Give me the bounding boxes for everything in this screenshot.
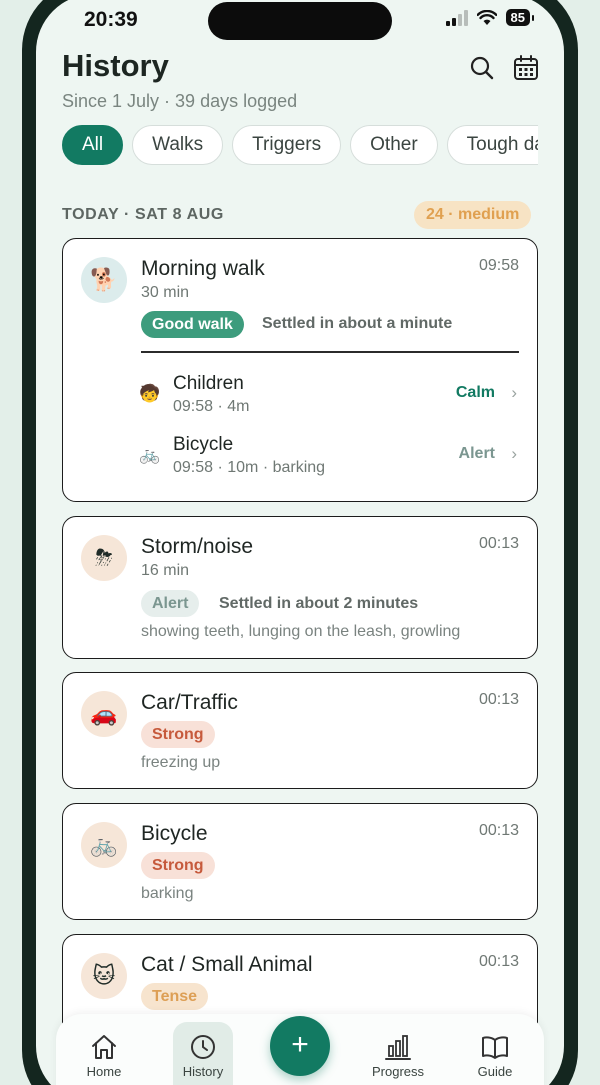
status-icons: 85 — [445, 9, 535, 26]
filter-chip-other[interactable]: Other — [350, 125, 438, 165]
tab-label: Home — [86, 1064, 122, 1079]
storm-icon: ⛈ — [81, 535, 127, 581]
intensity-badge: Strong — [141, 721, 215, 748]
car-icon: 🚗 — [81, 691, 127, 737]
entry-time: 00:13 — [478, 691, 519, 708]
page-subtitle: Since 1 July · 39 days logged — [62, 91, 298, 111]
entry-title: Storm/noise — [141, 535, 254, 558]
outcome-badge: Alert — [141, 590, 200, 617]
divider — [141, 351, 519, 353]
page-title: History — [62, 48, 169, 83]
sub-event-state: Alert — [458, 445, 495, 462]
entry-note: freezing up — [141, 754, 221, 771]
entry-time: 00:13 — [478, 953, 519, 970]
settle-text: Settled in about a minute — [262, 315, 453, 332]
entry-time: 00:13 — [478, 822, 519, 839]
cat-icon: 🐱 — [81, 953, 127, 999]
wifi-icon — [476, 9, 497, 25]
add-entry-button[interactable]: + — [270, 1016, 330, 1076]
tab-label: History — [182, 1064, 224, 1079]
filter-chip-tough-days[interactable]: Tough days — [446, 125, 538, 165]
filter-chip-walks[interactable]: Walks — [132, 125, 224, 165]
entry-title: Car/Traffic — [141, 691, 238, 714]
sub-event-meta: 09:58 · 10m · barking — [173, 459, 326, 476]
entry-duration: 30 min — [141, 284, 190, 301]
day-score-badge: 24 · medium — [414, 201, 532, 229]
clock-icon — [191, 1035, 215, 1059]
bicycle-icon: 🚲 — [139, 445, 161, 464]
tab-progress[interactable]: Progress — [366, 1026, 430, 1079]
signal-icon — [445, 9, 468, 26]
intensity-badge: Tense — [141, 983, 209, 1010]
filter-chip-all[interactable]: All — [62, 125, 124, 165]
tab-history[interactable]: History — [171, 1026, 235, 1079]
sub-event-state: Calm — [455, 384, 495, 401]
tab-home[interactable]: Home — [72, 1026, 136, 1079]
bicycle-icon: 🚲 — [81, 822, 127, 868]
app-screen: 20:39 85 History Since 1 July · 39 days … — [36, 0, 564, 1085]
chevron-right-icon: › — [511, 383, 517, 402]
entry-note: barking — [141, 885, 194, 902]
tab-guide[interactable]: Guide — [463, 1026, 527, 1079]
entry-title: Cat / Small Animal — [141, 953, 313, 976]
tab-label: Progress — [371, 1064, 425, 1079]
history-entry-card[interactable]: 🚗 Car/Traffic 00:13 Strong freezing up — [62, 672, 538, 789]
bottom-tab-bar: Home History + Progress Guide — [56, 1014, 544, 1085]
history-entry-card[interactable]: ⛈ Storm/noise 00:13 16 min Alert Settled… — [62, 516, 538, 659]
settle-text: Settled in about 2 minutes — [219, 595, 419, 612]
dynamic-island — [208, 2, 392, 40]
search-icon[interactable] — [468, 54, 496, 82]
history-entry-card[interactable]: 🐕 Morning walk 09:58 30 min Good walk Se… — [62, 238, 538, 502]
child-icon: 🧒 — [139, 384, 161, 403]
sub-event-row[interactable]: 🚲 Bicycle 09:58 · 10m · barking Alert › — [137, 430, 519, 482]
sub-event-title: Children — [173, 373, 244, 394]
entry-time: 09:58 — [478, 257, 519, 274]
entry-note: showing teeth, lunging on the leash, gro… — [141, 623, 461, 640]
outcome-badge: Good walk — [141, 311, 244, 338]
entry-title: Bicycle — [141, 822, 208, 845]
calendar-icon[interactable] — [512, 54, 540, 82]
book-icon — [482, 1036, 508, 1059]
status-time: 20:39 — [84, 8, 138, 31]
entry-time: 00:13 — [478, 535, 519, 552]
sub-event-title: Bicycle — [173, 434, 234, 455]
filter-chip-triggers[interactable]: Triggers — [232, 125, 342, 165]
battery-indicator: 85 — [505, 9, 535, 26]
entry-duration: 16 min — [141, 562, 190, 579]
sub-event-meta: 09:58 · 4m — [173, 398, 250, 415]
intensity-badge: Strong — [141, 852, 215, 879]
chevron-right-icon: › — [511, 444, 517, 463]
home-icon — [92, 1035, 116, 1059]
filter-chips: All Walks Triggers Other Tough days — [62, 125, 538, 169]
dog-icon: 🐕 — [81, 257, 127, 303]
day-header: TODAY · SAT 8 AUG — [62, 206, 224, 223]
history-entry-card[interactable]: 🚲 Bicycle 00:13 Strong barking — [62, 803, 538, 920]
tab-label: Guide — [477, 1064, 513, 1079]
entry-title: Morning walk — [141, 257, 265, 280]
sub-event-row[interactable]: 🧒 Children 09:58 · 4m Calm › — [137, 369, 519, 421]
bar-chart-icon — [385, 1035, 411, 1060]
